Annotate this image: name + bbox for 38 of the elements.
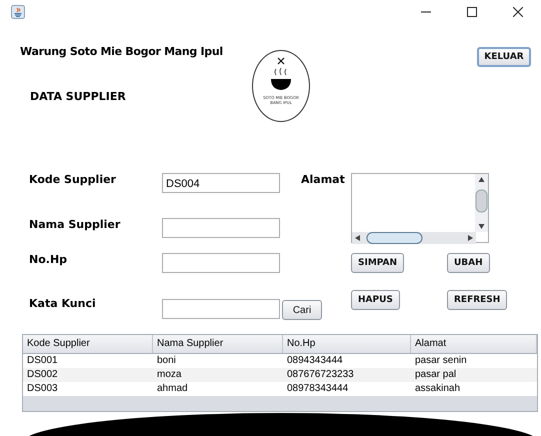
column-header[interactable]: Alamat	[411, 335, 537, 353]
table-cell-text: ahmad	[156, 382, 189, 396]
maximize-icon[interactable]	[467, 7, 477, 17]
delete-button[interactable]: HAPUS	[351, 290, 400, 310]
input-field[interactable]: DS004	[162, 173, 280, 193]
table-cell-text: boni	[156, 354, 177, 368]
table-cell-text: pasar senin	[414, 354, 468, 368]
edit-button[interactable]: UBAH	[447, 253, 490, 273]
refresh-button[interactable]: REFRESH	[447, 290, 508, 310]
field-label: Kata Kunci	[29, 297, 97, 312]
horizontal-scrollbar[interactable]	[352, 232, 476, 244]
page-title: DATA SUPPLIER	[30, 90, 127, 103]
field-label: No.Hp	[29, 253, 68, 268]
close-icon[interactable]	[513, 7, 523, 17]
java-app-icon	[11, 5, 25, 19]
table-cell-text: DS001	[26, 354, 59, 368]
table-cell-text: 0894343444	[286, 354, 344, 368]
vertical-scrollbar[interactable]	[475, 174, 488, 232]
input-field[interactable]	[162, 218, 280, 238]
save-button[interactable]: SIMPAN	[351, 253, 404, 273]
table-cell-text: 08978343444	[286, 382, 350, 396]
exit-button[interactable]: KELUAR	[477, 47, 531, 67]
input-field[interactable]	[162, 253, 280, 273]
table-cell-text: assakinah	[414, 382, 462, 396]
column-header[interactable]: Nama Supplier	[153, 335, 283, 353]
field-label: Kode Supplier	[29, 173, 117, 188]
field-label: Nama Supplier	[29, 218, 122, 233]
table-cell-text: DS003	[26, 382, 59, 396]
table-cell-text: moza	[156, 368, 182, 382]
table-cell-text: pasar pal	[414, 368, 458, 382]
column-header[interactable]: No.Hp	[283, 335, 411, 353]
column-header[interactable]: Kode Supplier	[23, 335, 153, 353]
search-button[interactable]: Cari	[282, 300, 322, 320]
field-label: Alamat	[301, 173, 346, 188]
table-cell-text: DS002	[26, 368, 59, 382]
search-field[interactable]	[162, 299, 280, 319]
table-cell-text: 087676723233	[286, 368, 355, 382]
store-name: Warung Soto Mie Bogor Mang Ipul	[20, 45, 224, 58]
